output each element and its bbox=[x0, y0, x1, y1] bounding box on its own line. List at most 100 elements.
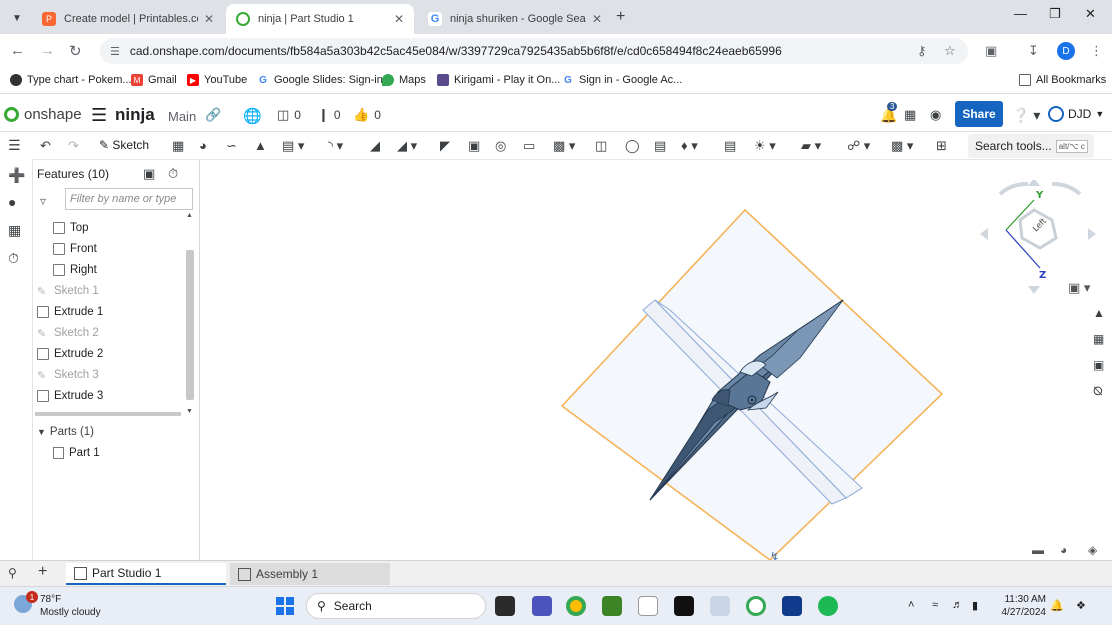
taskbar-search[interactable]: ⚲ Search bbox=[306, 593, 486, 619]
bookmark-kirigami[interactable]: Kirigami - Play it On... bbox=[437, 74, 560, 86]
list-item-top-plane[interactable]: Top bbox=[53, 222, 89, 234]
display-states-icon[interactable]: ▦ bbox=[1093, 332, 1104, 346]
shell-icon[interactable]: ▣ bbox=[468, 138, 480, 154]
comments-icon[interactable]: ● bbox=[8, 194, 16, 210]
fillet-icon[interactable]: ◝ ▾ bbox=[328, 138, 343, 154]
bookmark-type-chart[interactable]: Type chart - Pokem... bbox=[10, 74, 132, 86]
horizontal-scrollbar[interactable] bbox=[35, 412, 181, 416]
configurations-icon[interactable]: ▦ bbox=[8, 222, 21, 239]
mate-icon[interactable]: ◈ bbox=[1088, 543, 1097, 557]
arrow-down-icon[interactable] bbox=[1028, 286, 1040, 294]
tab-search-icon[interactable]: ⚲ bbox=[8, 566, 17, 580]
scroll-thumb[interactable] bbox=[186, 250, 194, 400]
notification-bell-icon[interactable]: 🔔 bbox=[1050, 599, 1064, 612]
info-counter[interactable]: ❙ 0 bbox=[318, 107, 341, 123]
loft-icon[interactable]: ▲ bbox=[254, 138, 267, 153]
help-icon[interactable]: ❔ ▾ bbox=[1012, 107, 1040, 124]
arrow-up-icon[interactable] bbox=[1028, 178, 1040, 186]
revolve-icon[interactable]: ◕ bbox=[199, 138, 207, 153]
insert-icon[interactable]: ➕ bbox=[8, 167, 25, 184]
pattern-icon[interactable]: ▩ ▾ bbox=[553, 138, 575, 154]
app-icon[interactable] bbox=[782, 596, 802, 616]
reload-icon[interactable]: ↻ bbox=[69, 42, 82, 60]
globe-public-icon[interactable]: 🌐 bbox=[243, 107, 262, 125]
browser-tab-onshape[interactable]: ninja | Part Studio 1 ✕ bbox=[226, 4, 414, 34]
task-view-icon[interactable] bbox=[495, 596, 515, 616]
list-item-extrude-3[interactable]: Extrude 3 bbox=[37, 390, 103, 402]
parts-header[interactable]: ▼ Parts (1) bbox=[37, 426, 94, 438]
list-item-extrude-1[interactable]: Extrude 1 bbox=[37, 306, 103, 318]
hole-icon[interactable]: ◎ bbox=[495, 138, 506, 154]
sketch-button[interactable]: ✎ Sketch bbox=[99, 138, 149, 152]
password-key-icon[interactable]: ⚷ bbox=[917, 43, 927, 59]
windows-start-icon[interactable] bbox=[276, 597, 294, 615]
chrome-icon[interactable] bbox=[566, 596, 586, 616]
restore-icon[interactable]: ❐ bbox=[1049, 6, 1061, 22]
close-tab-icon[interactable]: ✕ bbox=[204, 12, 214, 26]
notifications-bell-icon[interactable]: 🔔 3 bbox=[880, 102, 898, 124]
rollback-timer-icon[interactable]: ⏱ bbox=[168, 166, 178, 182]
rib-icon[interactable]: ◤ bbox=[440, 138, 450, 154]
minimize-icon[interactable]: — bbox=[1014, 6, 1027, 21]
link-icon[interactable]: 🔗 bbox=[205, 107, 221, 123]
tab-part-studio-1[interactable]: Part Studio 1 bbox=[66, 563, 226, 585]
clock[interactable]: 11:30 AM 4/27/2024 bbox=[998, 593, 1047, 619]
mirror-icon[interactable]: ◫ bbox=[595, 138, 607, 154]
browser-tab-google[interactable]: G ninja shuriken - Google Search ✕ bbox=[418, 4, 612, 34]
list-item-extrude-2[interactable]: Extrude 2 bbox=[37, 348, 103, 360]
new-tab-icon[interactable]: + bbox=[616, 8, 625, 26]
chrome-profile-icon[interactable] bbox=[746, 596, 766, 616]
branch-name[interactable]: Main bbox=[168, 109, 196, 124]
onshape-logo[interactable]: onshape bbox=[4, 106, 82, 123]
section-view-icon[interactable]: ▣ bbox=[1093, 358, 1104, 372]
close-tab-icon[interactable]: ✕ bbox=[592, 12, 602, 26]
bookmark-star-icon[interactable]: ☆ bbox=[944, 43, 956, 59]
variables-icon[interactable]: ⦰ bbox=[1093, 384, 1103, 399]
list-item-front-plane[interactable]: Front bbox=[53, 243, 97, 255]
teams-icon[interactable] bbox=[532, 596, 552, 616]
likes-counter[interactable]: 👍 0 bbox=[353, 107, 381, 123]
extensions-icon[interactable]: ▣ bbox=[985, 43, 997, 59]
view-cube-menu-icon[interactable]: ▣ ▾ bbox=[1068, 280, 1090, 296]
file-icon[interactable] bbox=[638, 596, 658, 616]
list-item-sketch-3[interactable]: ✎ Sketch 3 bbox=[37, 369, 99, 382]
forward-icon[interactable]: → bbox=[40, 42, 55, 59]
feature-list-scrollbar[interactable]: ▲ ▼ bbox=[184, 212, 196, 420]
bookmark-gmail[interactable]: M Gmail bbox=[131, 74, 177, 86]
list-item-sketch-1[interactable]: ✎ Sketch 1 bbox=[37, 285, 99, 298]
copilot-icon[interactable]: ❖ bbox=[1076, 599, 1086, 612]
delete-part-icon[interactable]: ▤ bbox=[724, 138, 736, 154]
extrude-icon[interactable]: ▦ bbox=[172, 138, 184, 154]
split-icon[interactable]: ▤ bbox=[654, 138, 666, 154]
browser-menu-icon[interactable]: ⋮ bbox=[1090, 43, 1103, 59]
mass-properties-icon[interactable]: ◕ bbox=[1060, 543, 1067, 557]
site-info-icon[interactable]: ☰ bbox=[110, 45, 120, 58]
search-tools-input[interactable]: Search tools... alt/⌥ c bbox=[968, 134, 1094, 158]
modify-fillet-icon[interactable]: ☀ ▾ bbox=[754, 138, 776, 154]
bookmark-google-slides[interactable]: G Google Slides: Sign-in bbox=[257, 74, 383, 86]
minecraft-icon[interactable] bbox=[602, 596, 622, 616]
epic-games-icon[interactable] bbox=[674, 596, 694, 616]
add-custom-feature-icon[interactable]: ⊞ bbox=[936, 138, 947, 154]
scroll-down-icon[interactable]: ▼ bbox=[186, 408, 193, 415]
bookmark-youtube[interactable]: ▶ YouTube bbox=[187, 74, 247, 86]
all-bookmarks[interactable]: All Bookmarks bbox=[1019, 74, 1106, 86]
transform-icon[interactable]: ♦ ▾ bbox=[681, 138, 698, 154]
rotate-arc-right-icon[interactable] bbox=[1051, 181, 1082, 196]
sweep-icon[interactable]: ∽ bbox=[226, 138, 237, 154]
draft-icon[interactable]: ◢ ▾ bbox=[397, 138, 417, 154]
add-tab-icon[interactable]: + bbox=[38, 563, 47, 581]
profile-avatar[interactable]: D bbox=[1057, 42, 1075, 60]
weather-widget[interactable]: 1 78°F Mostly cloudy bbox=[14, 591, 101, 619]
surface-icon[interactable]: ▩ ▾ bbox=[891, 138, 913, 154]
user-menu[interactable]: DJD ▼ bbox=[1048, 106, 1104, 122]
volume-icon[interactable]: ♬ bbox=[952, 599, 963, 611]
share-button[interactable]: Share bbox=[955, 101, 1003, 127]
close-window-icon[interactable]: ✕ bbox=[1085, 6, 1096, 22]
tab-search-chevron-icon[interactable]: ▼ bbox=[6, 7, 28, 29]
measure-icon[interactable]: ▬ bbox=[1032, 543, 1044, 557]
feature-list-icon[interactable]: ☰ bbox=[8, 137, 21, 154]
tab-assembly-1[interactable]: Assembly 1 bbox=[230, 563, 390, 585]
boolean-icon[interactable]: ◯ bbox=[625, 138, 640, 154]
battery-icon[interactable]: ▮ bbox=[972, 599, 978, 612]
